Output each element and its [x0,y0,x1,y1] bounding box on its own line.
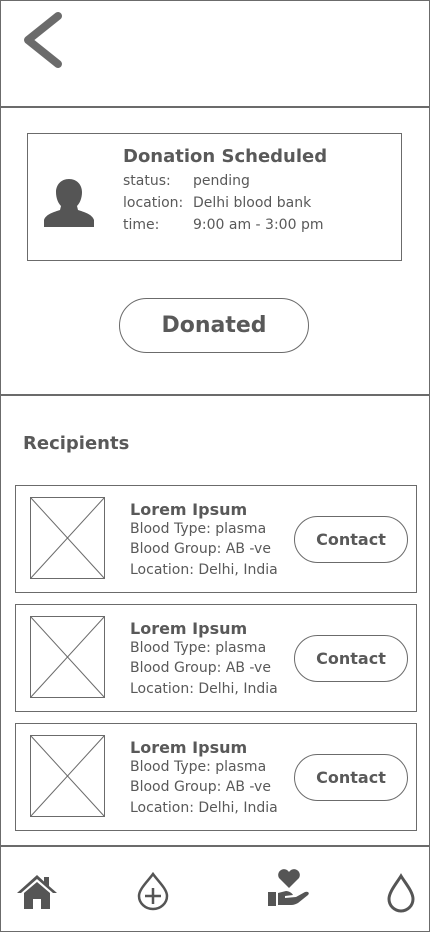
contact-button[interactable]: Contact [294,754,408,801]
image-placeholder-icon [30,735,105,817]
person-icon [44,179,94,227]
recipient-card: Lorem Ipsum Blood Type: plasma Blood Gro… [15,723,417,831]
recipient-blood-type: Blood Type: plasma [130,759,267,775]
nav-divider [0,845,430,847]
location-label: location: [123,195,184,211]
donation-card: Donation Scheduled status: pending locati… [27,133,402,261]
header-divider [0,106,430,108]
section-divider [0,394,430,396]
blood-drop-icon [387,873,415,913]
recipient-card: Lorem Ipsum Blood Type: plasma Blood Gro… [15,485,417,593]
nav-donate[interactable] [136,871,170,911]
time-value: 9:00 am - 3:00 pm [193,217,324,233]
nav-blood[interactable] [386,873,416,913]
back-button[interactable] [18,10,70,72]
recipient-blood-group: Blood Group: AB -ve [130,779,271,795]
recipient-blood-group: Blood Group: AB -ve [130,541,271,557]
recipient-blood-type: Blood Type: plasma [130,521,267,537]
chevron-left-icon [24,12,62,68]
recipient-name: Lorem Ipsum [130,738,248,757]
hand-heart-icon [268,869,309,906]
donation-title: Donation Scheduled [123,146,328,167]
recipient-name: Lorem Ipsum [130,500,248,519]
location-value: Delhi blood bank [193,195,312,211]
contact-button[interactable]: Contact [294,635,408,682]
recipient-name: Lorem Ipsum [130,619,248,638]
recipient-blood-type: Blood Type: plasma [130,640,267,656]
recipient-location: Location: Delhi, India [130,800,278,816]
status-value: pending [193,173,250,189]
recipient-blood-group: Blood Group: AB -ve [130,660,271,676]
contact-button[interactable]: Contact [294,516,408,563]
donated-button[interactable]: Donated [119,298,309,353]
recipient-location: Location: Delhi, India [130,681,278,697]
donate-drop-plus-icon [137,871,169,911]
recipient-card: Lorem Ipsum Blood Type: plasma Blood Gro… [15,604,417,712]
nav-recipients[interactable] [267,868,311,908]
recipient-location: Location: Delhi, India [130,562,278,578]
time-label: time: [123,217,160,233]
nav-home[interactable] [16,873,58,911]
location-row: location: Delhi blood bank [123,195,311,211]
status-label: status: [123,173,171,189]
image-placeholder-icon [30,497,105,579]
time-row: time: 9:00 am - 3:00 pm [123,217,323,233]
image-placeholder-icon [30,616,105,698]
home-icon [17,875,57,909]
status-row: status: pending [123,173,250,189]
recipients-heading: Recipients [23,433,130,454]
